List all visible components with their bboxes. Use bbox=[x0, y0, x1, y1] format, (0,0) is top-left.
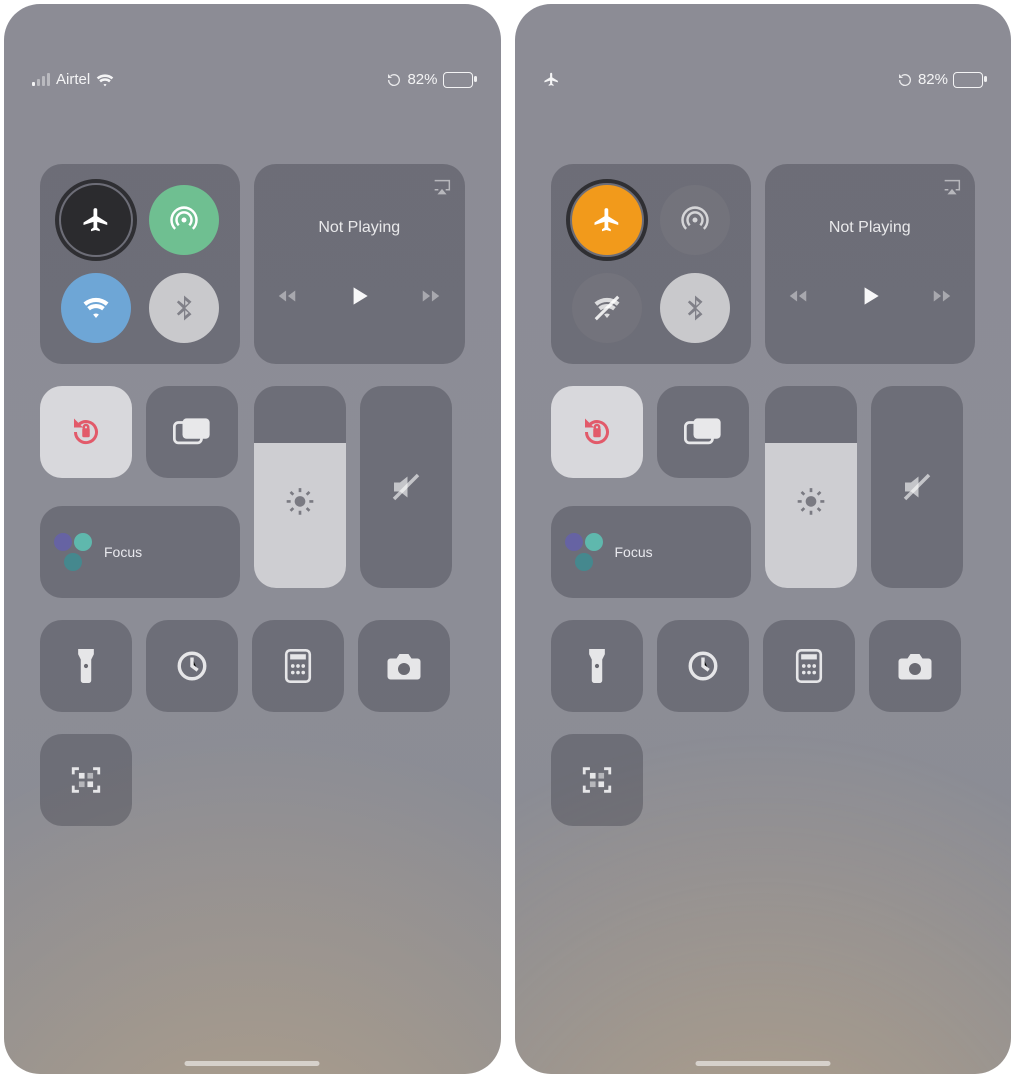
timer-icon bbox=[686, 649, 720, 683]
calculator-icon bbox=[284, 649, 312, 683]
forward-button[interactable] bbox=[420, 285, 442, 307]
screen-mirror-icon bbox=[173, 416, 211, 448]
media-controls[interactable]: Not Playing bbox=[765, 164, 976, 364]
control-center: Not Playing bbox=[551, 164, 976, 826]
flashlight-icon bbox=[73, 649, 99, 683]
calculator-button[interactable] bbox=[763, 620, 855, 712]
orientation-lock-status-icon bbox=[386, 72, 402, 88]
flashlight-icon bbox=[584, 649, 610, 683]
rewind-button[interactable] bbox=[276, 285, 298, 307]
bluetooth-icon bbox=[169, 293, 199, 323]
connectivity-group[interactable] bbox=[40, 164, 240, 364]
calculator-icon bbox=[795, 649, 823, 683]
sun-icon bbox=[284, 485, 316, 517]
antenna-icon bbox=[169, 205, 199, 235]
rotation-lock-toggle[interactable] bbox=[40, 386, 132, 478]
brightness-slider[interactable] bbox=[765, 386, 857, 588]
home-indicator[interactable] bbox=[185, 1061, 320, 1066]
home-indicator[interactable] bbox=[695, 1061, 830, 1066]
camera-icon bbox=[897, 651, 933, 681]
volume-slider[interactable] bbox=[871, 386, 963, 588]
timer-button[interactable] bbox=[657, 620, 749, 712]
flashlight-button[interactable] bbox=[551, 620, 643, 712]
sun-icon bbox=[795, 485, 827, 517]
focus-label: Focus bbox=[104, 544, 142, 560]
focus-button[interactable]: Focus bbox=[40, 506, 240, 598]
calculator-button[interactable] bbox=[252, 620, 344, 712]
cellular-data-toggle[interactable] bbox=[149, 185, 219, 255]
now-playing-label: Not Playing bbox=[829, 219, 911, 237]
battery-percent: 82% bbox=[918, 71, 948, 88]
bluetooth-toggle[interactable] bbox=[660, 273, 730, 343]
media-controls[interactable]: Not Playing bbox=[254, 164, 465, 364]
signal-bars bbox=[32, 74, 50, 86]
rotation-lock-toggle[interactable] bbox=[551, 386, 643, 478]
now-playing-label: Not Playing bbox=[318, 219, 400, 237]
qr-scanner-button[interactable] bbox=[551, 734, 643, 826]
screen-mirroring-button[interactable] bbox=[657, 386, 749, 478]
status-bar: Airtel 82% bbox=[4, 4, 501, 88]
cellular-data-toggle[interactable] bbox=[660, 185, 730, 255]
focus-label: Focus bbox=[615, 544, 653, 560]
connectivity-group[interactable] bbox=[551, 164, 751, 364]
flashlight-button[interactable] bbox=[40, 620, 132, 712]
camera-button[interactable] bbox=[358, 620, 450, 712]
airplay-icon[interactable] bbox=[431, 176, 453, 198]
play-button[interactable] bbox=[346, 283, 372, 309]
battery-icon bbox=[443, 72, 473, 88]
battery-percent: 82% bbox=[407, 71, 437, 88]
brightness-slider[interactable] bbox=[254, 386, 346, 588]
timer-icon bbox=[175, 649, 209, 683]
qr-scanner-icon bbox=[580, 763, 614, 797]
volume-slider[interactable] bbox=[360, 386, 452, 588]
bluetooth-toggle[interactable] bbox=[149, 273, 219, 343]
airplay-icon[interactable] bbox=[941, 176, 963, 198]
camera-button[interactable] bbox=[869, 620, 961, 712]
wifi-toggle[interactable] bbox=[61, 273, 131, 343]
qr-scanner-button[interactable] bbox=[40, 734, 132, 826]
play-button[interactable] bbox=[857, 283, 883, 309]
screenshot-right: 82% bbox=[515, 4, 1012, 1074]
wifi-icon bbox=[81, 293, 111, 323]
screen-mirror-icon bbox=[684, 416, 722, 448]
carrier-label: Airtel bbox=[56, 71, 90, 88]
rotation-lock-icon bbox=[579, 414, 615, 450]
bluetooth-icon bbox=[680, 293, 710, 323]
control-center: Not Playing bbox=[40, 164, 465, 826]
speaker-mute-icon bbox=[388, 469, 424, 505]
wifi-status-icon bbox=[96, 73, 114, 87]
wifi-off-icon bbox=[592, 293, 622, 323]
battery-icon bbox=[953, 72, 983, 88]
focus-modes-icon bbox=[565, 533, 603, 571]
airplane-mode-toggle[interactable] bbox=[61, 185, 131, 255]
forward-button[interactable] bbox=[931, 285, 953, 307]
speaker-mute-icon bbox=[899, 469, 935, 505]
timer-button[interactable] bbox=[146, 620, 238, 712]
rewind-button[interactable] bbox=[787, 285, 809, 307]
orientation-lock-status-icon bbox=[897, 72, 913, 88]
qr-scanner-icon bbox=[69, 763, 103, 797]
rotation-lock-icon bbox=[68, 414, 104, 450]
airplane-status-icon bbox=[543, 71, 560, 88]
airplane-mode-toggle[interactable] bbox=[572, 185, 642, 255]
screenshot-left: Airtel 82% bbox=[4, 4, 501, 1074]
highlight-ring bbox=[55, 179, 137, 261]
focus-button[interactable]: Focus bbox=[551, 506, 751, 598]
status-bar: 82% bbox=[515, 4, 1012, 88]
wifi-toggle[interactable] bbox=[572, 273, 642, 343]
screen-mirroring-button[interactable] bbox=[146, 386, 238, 478]
camera-icon bbox=[386, 651, 422, 681]
highlight-ring bbox=[566, 179, 648, 261]
antenna-icon bbox=[680, 205, 710, 235]
focus-modes-icon bbox=[54, 533, 92, 571]
